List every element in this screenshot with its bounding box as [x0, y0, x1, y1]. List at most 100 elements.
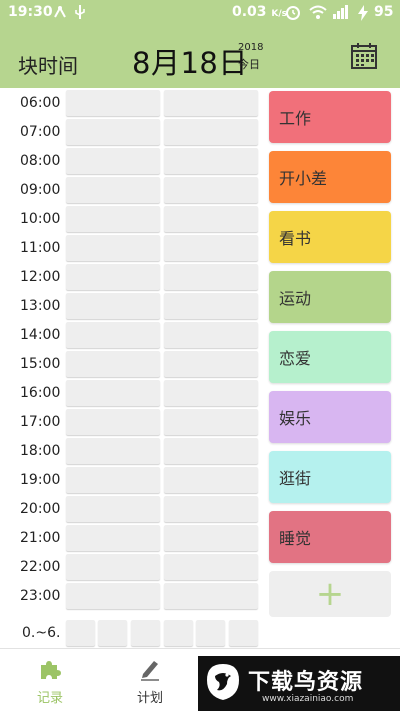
- hour-label: 21:00: [20, 530, 61, 546]
- time-block-first-half[interactable]: [66, 554, 160, 580]
- time-block-first-half[interactable]: [66, 293, 160, 319]
- category-exercise[interactable]: 运动: [269, 271, 391, 323]
- battery-charging-icon: [356, 5, 370, 21]
- hour-label: 17:00: [20, 414, 61, 430]
- night-block[interactable]: [229, 620, 258, 646]
- category-sleep[interactable]: 睡觉: [269, 511, 391, 563]
- time-block-second-half[interactable]: [164, 409, 258, 435]
- time-block-first-half[interactable]: [66, 583, 160, 609]
- time-block-second-half[interactable]: [164, 525, 258, 551]
- time-block-first-half[interactable]: [66, 467, 160, 493]
- watermark-banner: 下载鸟资源 www.xiazainiao.com: [198, 656, 400, 711]
- hour-row: 10:00: [0, 205, 262, 234]
- hour-row: 13:00: [0, 292, 262, 321]
- time-block-second-half[interactable]: [164, 293, 258, 319]
- night-block[interactable]: [131, 620, 160, 646]
- night-label: 0.~6.: [22, 625, 61, 641]
- time-block-second-half[interactable]: [164, 235, 258, 261]
- date-year: 2018: [238, 42, 264, 53]
- category-label: 开小差: [279, 169, 328, 188]
- battery-level: 95: [374, 4, 394, 20]
- time-block-first-half[interactable]: [66, 351, 160, 377]
- time-block-first-half[interactable]: [66, 235, 160, 261]
- hour-row: 11:00: [0, 234, 262, 263]
- category-label: 恋爱: [279, 349, 312, 368]
- timeline-grid: 06:00 07:00 08:00 09:00 10:00 11:00 12:0…: [0, 88, 262, 648]
- time-block-second-half[interactable]: [164, 438, 258, 464]
- time-block-second-half[interactable]: [164, 119, 258, 145]
- hour-label: 18:00: [20, 443, 61, 459]
- status-bar: 19:30 0.03 K/s 95: [0, 0, 400, 26]
- time-block-first-half[interactable]: [66, 438, 160, 464]
- hour-row: 07:00: [0, 118, 262, 147]
- category-label: 娱乐: [279, 409, 312, 428]
- hour-label: 12:00: [20, 269, 61, 285]
- date-title[interactable]: 8月18日: [132, 40, 248, 82]
- hour-row: 17:00: [0, 408, 262, 437]
- time-block-second-half[interactable]: [164, 496, 258, 522]
- category-reading[interactable]: 看书: [269, 211, 391, 263]
- hour-label: 08:00: [20, 153, 61, 169]
- app-screen: 19:30 0.03 K/s 95 块时间 8月18日 2018 今日 06:0…: [0, 0, 400, 711]
- time-block-first-half[interactable]: [66, 148, 160, 174]
- night-block[interactable]: [196, 620, 225, 646]
- time-block-first-half[interactable]: [66, 322, 160, 348]
- nav-plan[interactable]: 计划: [110, 649, 190, 711]
- nav-plan-label: 计划: [136, 691, 163, 706]
- hour-label: 23:00: [20, 588, 61, 604]
- app-title: 块时间: [18, 54, 78, 78]
- time-block-second-half[interactable]: [164, 583, 258, 609]
- hour-label: 20:00: [20, 501, 61, 517]
- hour-label: 13:00: [20, 298, 61, 314]
- plus-icon: +: [315, 574, 345, 614]
- time-block-second-half[interactable]: [164, 206, 258, 232]
- hour-row: 19:00: [0, 466, 262, 495]
- hour-row: 12:00: [0, 263, 262, 292]
- time-block-second-half[interactable]: [164, 554, 258, 580]
- time-block-first-half[interactable]: [66, 90, 160, 116]
- time-block-second-half[interactable]: [164, 322, 258, 348]
- puzzle-icon: [41, 661, 61, 679]
- wifi-icon: [308, 3, 328, 25]
- time-block-first-half[interactable]: [66, 409, 160, 435]
- category-label: 睡觉: [279, 529, 312, 548]
- time-block-second-half[interactable]: [164, 90, 258, 116]
- category-slack-off[interactable]: 开小差: [269, 151, 391, 203]
- hour-row: 09:00: [0, 176, 262, 205]
- night-block[interactable]: [98, 620, 127, 646]
- nav-record[interactable]: 记录: [10, 649, 90, 711]
- hour-row: 14:00: [0, 321, 262, 350]
- share-icon: [52, 3, 68, 25]
- time-block-first-half[interactable]: [66, 206, 160, 232]
- night-block[interactable]: [164, 620, 193, 646]
- time-block-second-half[interactable]: [164, 264, 258, 290]
- time-block-first-half[interactable]: [66, 380, 160, 406]
- time-block-second-half[interactable]: [164, 351, 258, 377]
- category-label: 逛街: [279, 469, 312, 488]
- category-work[interactable]: 工作: [269, 91, 391, 143]
- calendar-button[interactable]: [350, 42, 378, 70]
- date-today-label: 今日: [238, 58, 260, 71]
- time-block-first-half[interactable]: [66, 119, 160, 145]
- category-entertainment[interactable]: 娱乐: [269, 391, 391, 443]
- time-block-first-half[interactable]: [66, 525, 160, 551]
- time-block-first-half[interactable]: [66, 264, 160, 290]
- add-category-button[interactable]: +: [269, 571, 391, 617]
- bird-logo-icon: [207, 664, 239, 700]
- category-label: 运动: [279, 289, 312, 308]
- hour-row: 16:00: [0, 379, 262, 408]
- time-block-first-half[interactable]: [66, 496, 160, 522]
- time-block-second-half[interactable]: [164, 467, 258, 493]
- time-block-second-half[interactable]: [164, 177, 258, 203]
- pencil-icon: [141, 661, 159, 681]
- hour-label: 15:00: [20, 356, 61, 372]
- signal-icon: [332, 3, 350, 25]
- category-shopping[interactable]: 逛街: [269, 451, 391, 503]
- time-block-first-half[interactable]: [66, 177, 160, 203]
- hour-label: 14:00: [20, 327, 61, 343]
- time-block-second-half[interactable]: [164, 380, 258, 406]
- hour-row: 22:00: [0, 553, 262, 582]
- time-block-second-half[interactable]: [164, 148, 258, 174]
- night-block[interactable]: [66, 620, 95, 646]
- category-romance[interactable]: 恋爱: [269, 331, 391, 383]
